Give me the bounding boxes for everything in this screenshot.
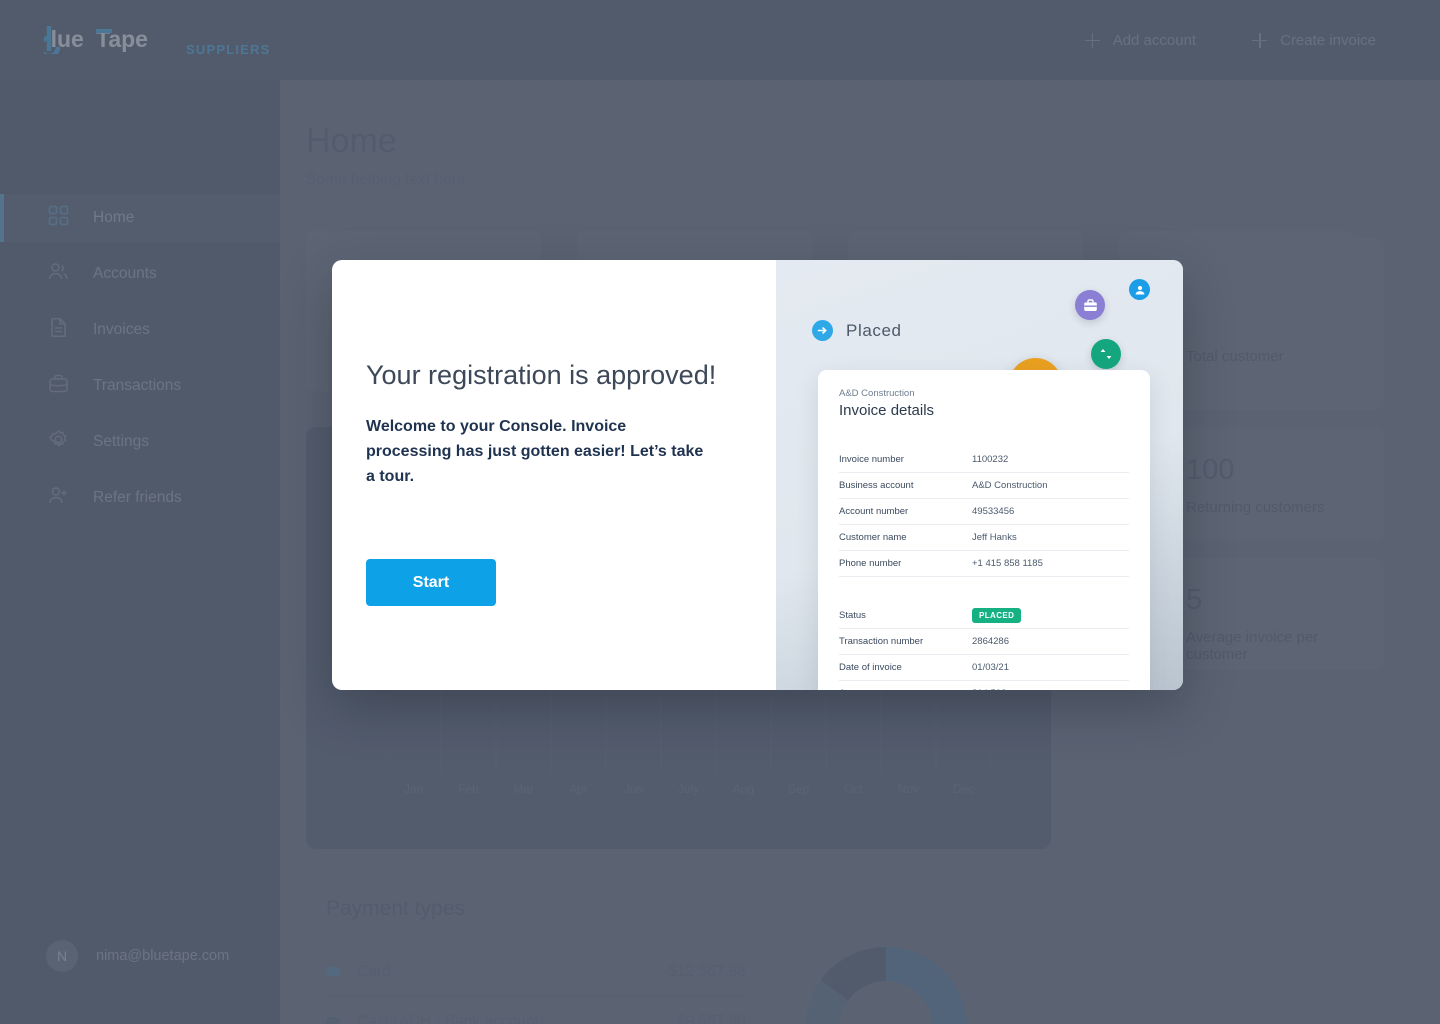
invoice-key: Transaction number: [839, 636, 924, 647]
invoice-key: Status: [839, 610, 866, 621]
modal-left-pane: Your registration is approved! Welcome t…: [332, 260, 776, 690]
briefcase-icon[interactable]: [1075, 290, 1105, 320]
modal-heading: Your registration is approved!: [366, 360, 717, 390]
invoice-row: Account number 49533456: [839, 499, 1129, 525]
invoice-spacer: [839, 577, 1129, 603]
invoice-status-row: Status PLACED: [839, 603, 1129, 629]
person-icon[interactable]: [1129, 279, 1150, 300]
transfer-arrows-icon[interactable]: [1091, 339, 1121, 369]
invoice-key: Phone number: [839, 558, 902, 569]
invoice-row: Transaction number 2864286: [839, 629, 1129, 655]
invoice-row: Business account A&D Construction: [839, 473, 1129, 499]
modal-body-text: Welcome to your Console. Invoice process…: [366, 418, 704, 485]
invoice-row: Invoice number 1100232: [839, 447, 1129, 473]
invoice-value: Jeff Hanks: [972, 532, 1017, 543]
invoice-details-card: A&D Construction Invoice details Invoice…: [818, 370, 1150, 690]
invoice-row: Customer name Jeff Hanks: [839, 525, 1129, 551]
status-badge: PLACED: [972, 608, 1022, 623]
invoice-value: +1 415 858 1185: [972, 558, 1043, 569]
invoice-key: Amount: [839, 688, 972, 690]
invoice-row: Date of invoice 01/03/21: [839, 655, 1129, 681]
invoice-key: Date of invoice: [839, 662, 902, 673]
invoice-value: $14,502: [972, 688, 1006, 690]
invoice-key: Business account: [839, 480, 914, 491]
invoice-company: A&D Construction: [839, 388, 915, 399]
start-button[interactable]: Start: [366, 559, 496, 607]
invoice-details-table: Invoice number 1100232 Business account …: [839, 447, 1129, 690]
invoice-key: Account number: [839, 506, 909, 517]
invoice-value: 01/03/21: [972, 662, 1009, 673]
invoice-value: 1100232: [972, 454, 1009, 465]
arrow-right-circle-icon: [812, 320, 833, 341]
invoice-value: 49533456: [972, 506, 1015, 517]
invoice-value: 2864286: [972, 636, 1009, 647]
placed-label: Placed: [846, 320, 902, 340]
invoice-row: Phone number +1 415 858 1185: [839, 551, 1129, 577]
app-root: Home Some helping text here 3,098 ? Tota…: [0, 0, 1440, 1024]
invoice-details-title: Invoice details: [839, 402, 935, 419]
welcome-modal: Your registration is approved! Welcome t…: [332, 260, 1183, 690]
invoice-value: A&D Construction: [972, 480, 1048, 491]
invoice-key: Customer name: [839, 532, 907, 543]
invoice-row: Amount $14,502: [839, 681, 1129, 690]
invoice-key: Invoice number: [839, 454, 904, 465]
placed-status-row: Placed: [812, 320, 902, 341]
modal-illustration-pane: Placed A&D Construction Invoice details …: [776, 260, 1183, 690]
